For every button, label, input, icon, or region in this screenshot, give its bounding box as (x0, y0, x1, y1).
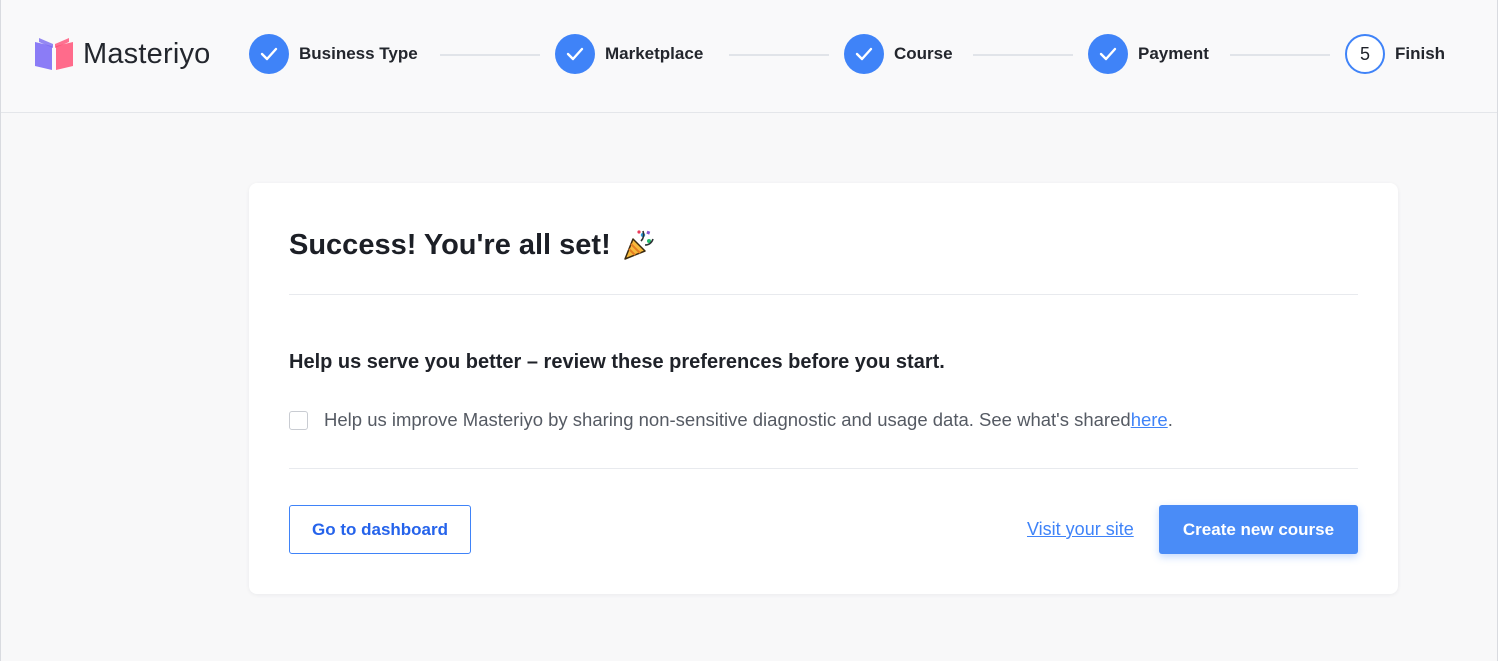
step-finish: 5 Finish (1345, 34, 1445, 74)
page-title: Success! You're all set! (289, 227, 657, 263)
check-icon (1088, 34, 1128, 74)
app-name: Masteriyo (83, 37, 211, 70)
party-popper-icon (624, 230, 654, 260)
check-icon (249, 34, 289, 74)
create-new-course-button[interactable]: Create new course (1159, 505, 1358, 554)
step-label: Finish (1395, 44, 1446, 63)
check-icon (555, 34, 595, 74)
step-label: Payment (1138, 44, 1209, 63)
step-connector (973, 54, 1073, 56)
usage-data-consent: Help us improve Masteriyo by sharing non… (289, 409, 1173, 431)
step-connector (1230, 54, 1330, 56)
divider (289, 294, 1358, 295)
consent-here-link[interactable]: here (1131, 409, 1168, 431)
wizard-header: Masteriyo Business Type Marketplace Cour… (1, 0, 1497, 113)
step-connector (440, 54, 540, 56)
visit-site-link[interactable]: Visit your site (1027, 519, 1134, 540)
step-connector (729, 54, 829, 56)
step-number: 5 (1345, 34, 1385, 74)
step-payment: Payment (1088, 34, 1209, 74)
check-icon (844, 34, 884, 74)
setup-wizard-page: Masteriyo Business Type Marketplace Cour… (0, 0, 1498, 661)
usage-data-checkbox[interactable] (289, 410, 308, 430)
consent-text: Help us improve Masteriyo by sharing non… (324, 409, 1131, 430)
preferences-heading: Help us serve you better – review these … (289, 351, 945, 373)
divider (289, 468, 1358, 469)
step-business-type: Business Type (249, 34, 418, 74)
step-course: Course (844, 34, 953, 74)
step-label: Course (894, 44, 953, 63)
step-label: Business Type (299, 44, 418, 63)
book-logo-icon (35, 38, 73, 70)
consent-suffix: . (1167, 409, 1173, 430)
step-marketplace: Marketplace (555, 34, 703, 74)
success-card: Success! You're all set! Help us serve y… (249, 183, 1398, 594)
title-text: Success! You're all set! (289, 228, 611, 261)
masteriyo-logo[interactable]: Masteriyo (33, 36, 211, 72)
step-label: Marketplace (605, 44, 704, 63)
go-to-dashboard-button[interactable]: Go to dashboard (289, 505, 471, 554)
